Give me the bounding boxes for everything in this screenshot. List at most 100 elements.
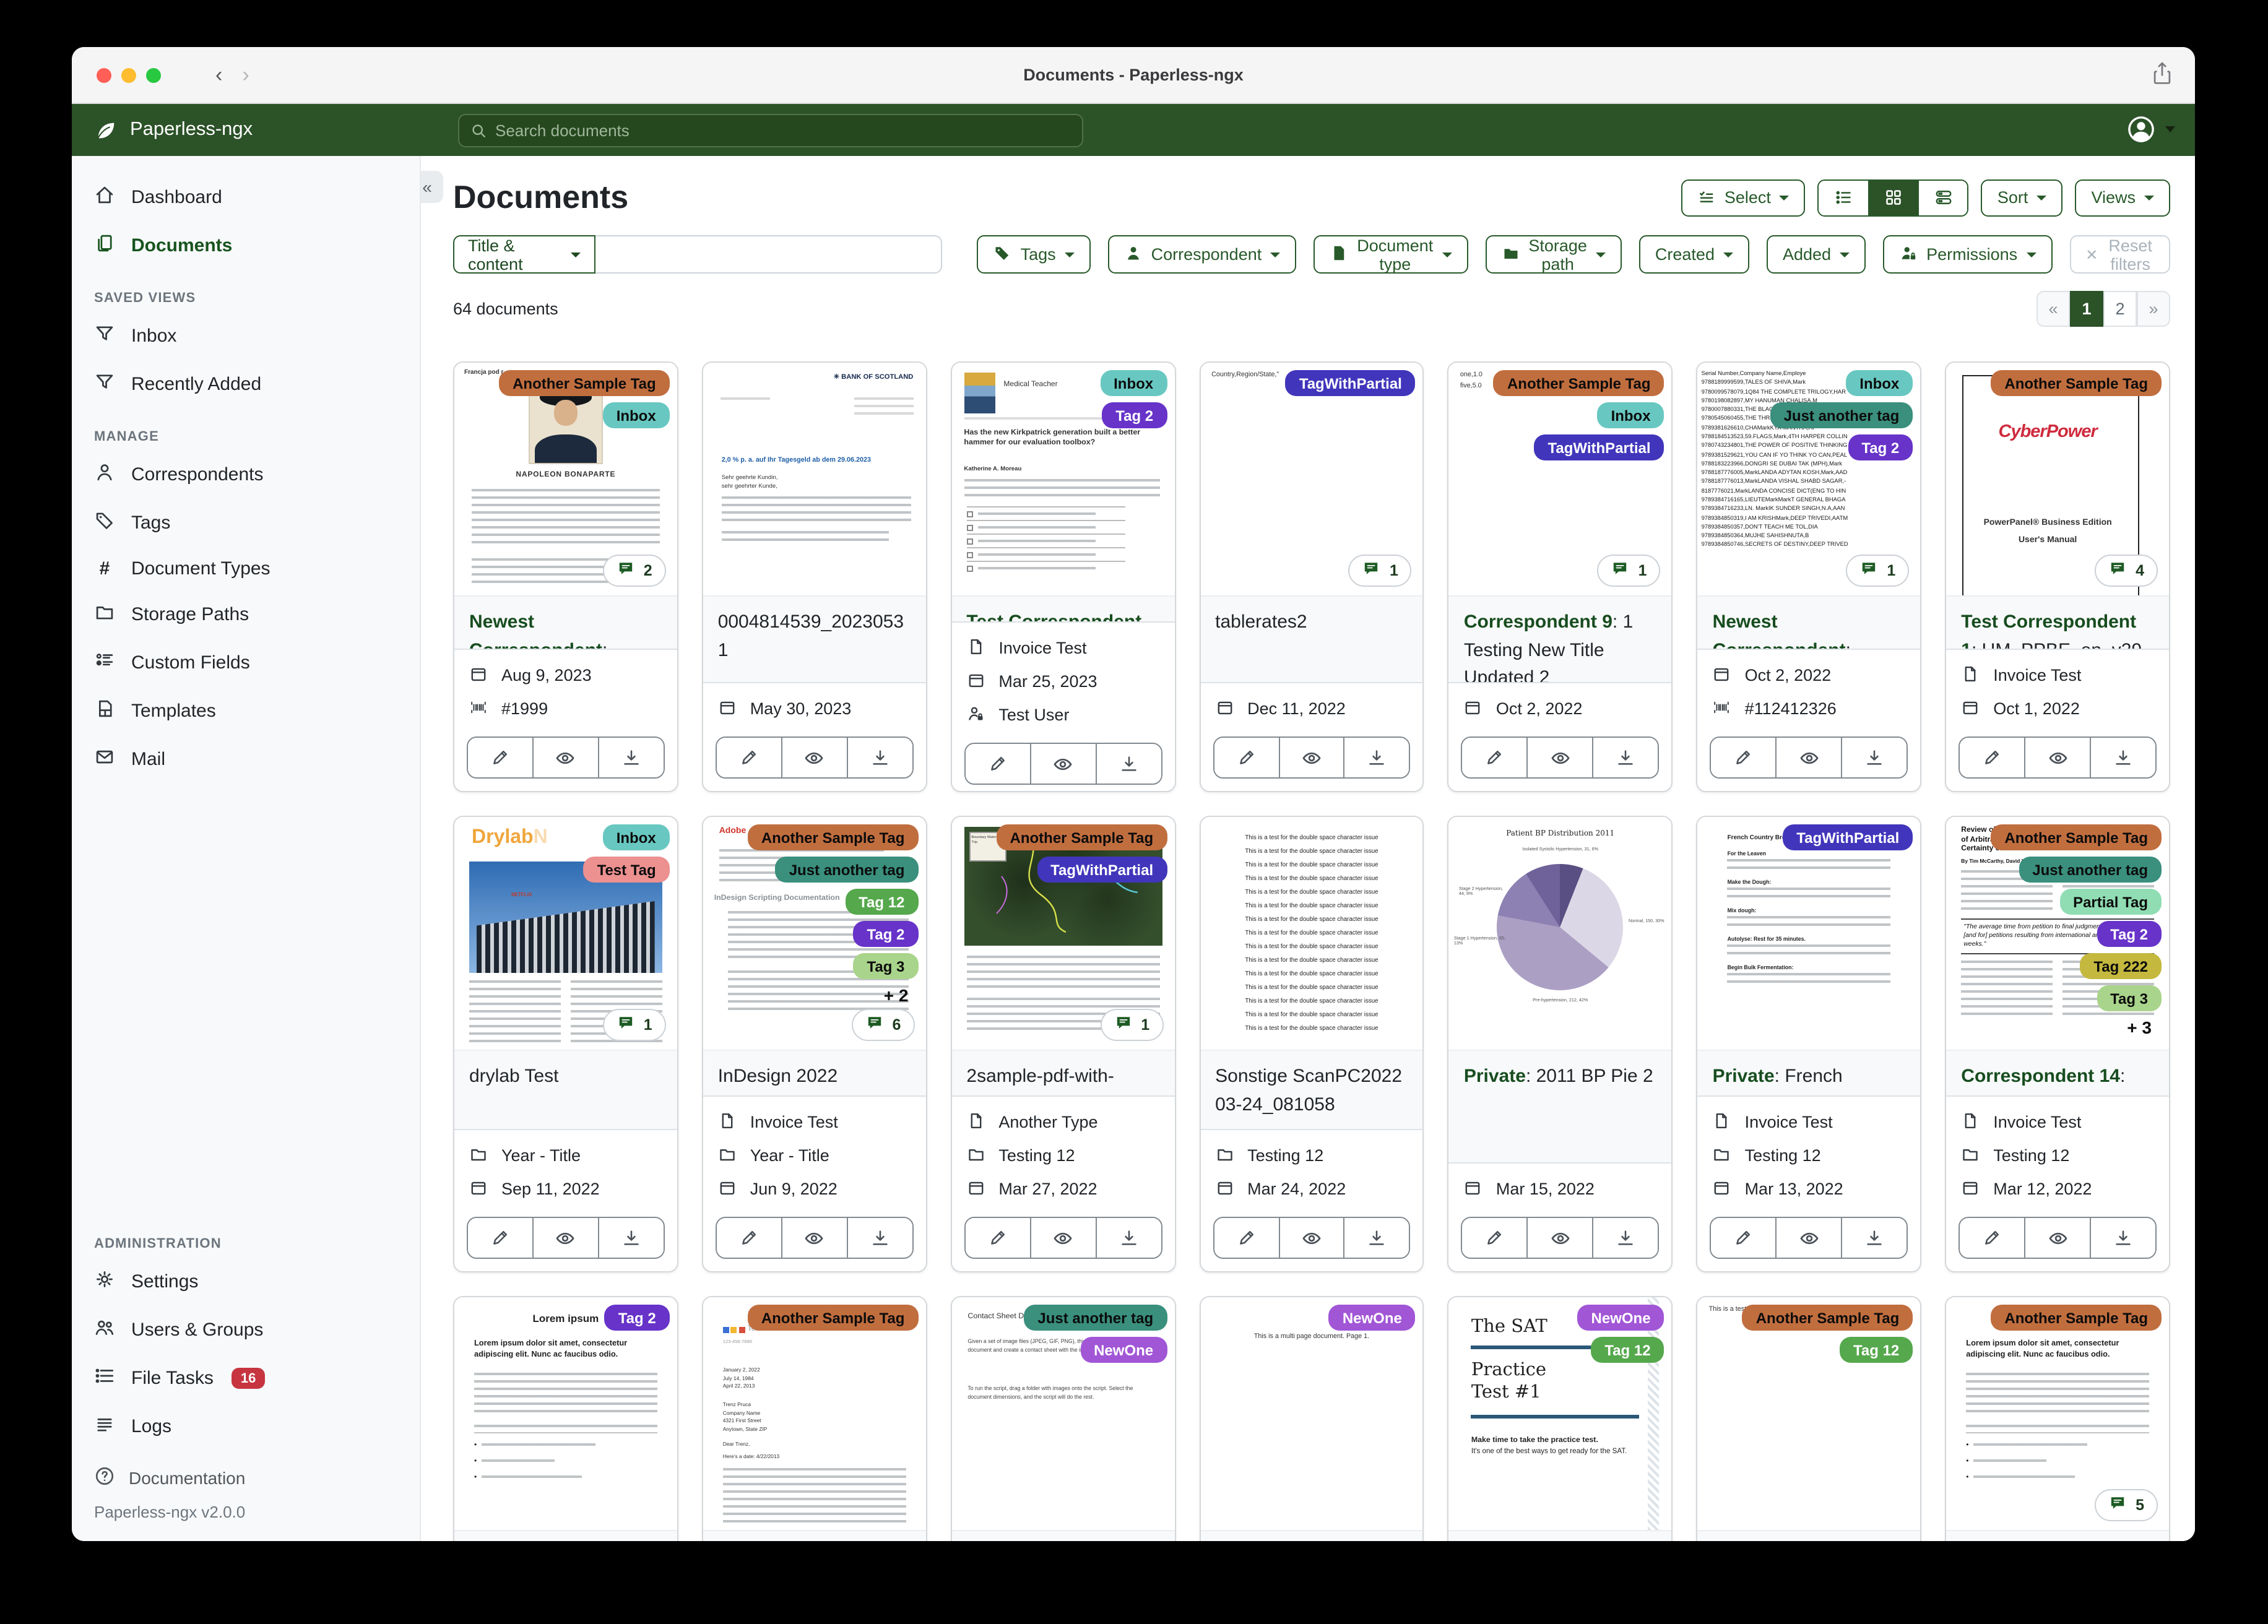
preview-button[interactable] xyxy=(1526,738,1593,777)
document-correspondent[interactable]: Correspondent 9 xyxy=(1464,611,1612,633)
document-thumbnail[interactable]: Medical Teacher Has the new Kirkpatrick … xyxy=(951,363,1175,595)
preview-button[interactable] xyxy=(532,738,598,777)
document-title[interactable] xyxy=(703,1530,926,1541)
document-thumbnail[interactable]: Contact Sheet Demo Given a set of image … xyxy=(951,1297,1175,1530)
document-title[interactable]: Correspondent 14: Review-of-New-York-Fed… xyxy=(1946,1050,2169,1095)
tag-badge[interactable]: Inbox xyxy=(1100,370,1167,396)
edit-button[interactable] xyxy=(1960,738,2025,777)
document-correspondent[interactable]: Newest Correspondent xyxy=(469,611,602,649)
download-button[interactable] xyxy=(1841,738,1907,777)
edit-button[interactable] xyxy=(468,1218,532,1258)
close-window-button[interactable] xyxy=(97,67,111,82)
document-thumbnail[interactable]: Patient BP Distribution 2011 Isolated Sy… xyxy=(1448,817,1672,1050)
preview-button[interactable] xyxy=(1029,744,1096,784)
edit-button[interactable] xyxy=(965,744,1030,784)
comment-count-badge[interactable]: 5 xyxy=(2095,1489,2158,1521)
tag-badge[interactable]: Another Sample Tag xyxy=(1493,370,1664,396)
sidebar-item-dashboard[interactable]: Dashboard xyxy=(72,173,420,222)
search-field-selector[interactable]: Title & content xyxy=(453,235,595,274)
document-thumbnail[interactable]: This is a test Another Sample Tag Tag 12 xyxy=(1697,1297,1921,1530)
tag-badge[interactable]: Another Sample Tag xyxy=(1991,370,2162,396)
zoom-window-button[interactable] xyxy=(146,67,161,82)
document-correspondent[interactable]: Private xyxy=(1713,1066,1775,1087)
document-thumbnail[interactable]: Francja pod r NAPOLEON BONAPARTE Another… xyxy=(454,363,677,595)
document-thumbnail[interactable]: Lorem ipsum Lorem ipsum dolor sit amet, … xyxy=(454,1297,677,1530)
document-title[interactable] xyxy=(951,1530,1175,1541)
document-title[interactable]: Correspondent 9: 1 Testing New Title Upd… xyxy=(1448,595,1672,682)
tag-badge[interactable]: Inbox xyxy=(1597,402,1664,428)
preview-button[interactable] xyxy=(2024,1218,2090,1258)
document-thumbnail[interactable]: Boundary Waters Trip Another Sample Tag T… xyxy=(951,817,1175,1050)
document-thumbnail[interactable]: This is a test for the double space char… xyxy=(1200,817,1423,1050)
tag-badge[interactable]: Tag 2 xyxy=(1848,434,1913,460)
tag-badge[interactable]: Just another tag xyxy=(1024,1305,1167,1331)
tag-badge[interactable]: TagWithPartial xyxy=(1285,370,1416,396)
filter-document-type-button[interactable]: Document type xyxy=(1314,235,1468,274)
preview-button[interactable] xyxy=(781,1218,847,1258)
document-thumbnail[interactable]: Adobe InDesign Scripting Documentation A… xyxy=(703,817,926,1050)
download-button[interactable] xyxy=(1592,738,1658,777)
filter-tags-button[interactable]: Tags xyxy=(977,235,1091,274)
tag-badge[interactable]: Just another tag xyxy=(775,857,919,883)
tag-badge[interactable]: TagWithPartial xyxy=(1037,857,1167,883)
documentation-link[interactable]: Documentation xyxy=(94,1458,397,1498)
tag-badge[interactable]: Tag 3 xyxy=(2097,985,2162,1011)
tag-badge[interactable]: NewOne xyxy=(1080,1337,1167,1363)
download-button[interactable] xyxy=(1343,738,1409,777)
tag-badge[interactable]: Tag 2 xyxy=(2097,921,2162,947)
download-button[interactable] xyxy=(597,738,664,777)
tag-badge[interactable]: Tag 222 xyxy=(2080,953,2162,979)
document-thumbnail[interactable]: Country,Region/State," TagWithPartial 1 xyxy=(1200,363,1423,595)
document-title[interactable] xyxy=(1697,1530,1921,1541)
page-button-3[interactable]: » xyxy=(2137,291,2170,327)
download-button[interactable] xyxy=(1592,1218,1658,1258)
document-thumbnail[interactable]: ✳ BANK OF SCOTLAND 2,0 % p. a. auf Ihr T… xyxy=(703,363,926,595)
edit-button[interactable] xyxy=(1214,1218,1279,1258)
document-thumbnail[interactable]: Serial Number,Company Name,Employe 978818… xyxy=(1697,363,1921,595)
preview-button[interactable] xyxy=(2024,738,2090,777)
tag-badge[interactable]: Another Sample Tag xyxy=(1991,824,2162,850)
download-button[interactable] xyxy=(597,1218,664,1258)
preview-button[interactable] xyxy=(781,738,847,777)
preview-button[interactable] xyxy=(1775,738,1842,777)
comment-count-badge[interactable]: 1 xyxy=(1348,555,1412,587)
search-input[interactable] xyxy=(495,121,1071,140)
document-thumbnail[interactable]: CyberPower PowerPanel® Business Edition … xyxy=(1946,363,2169,595)
comment-count-badge[interactable]: 1 xyxy=(602,1009,666,1041)
sidebar-item-storage-paths[interactable]: Storage Paths xyxy=(72,590,420,639)
sidebar-item-mail[interactable]: Mail xyxy=(72,735,420,784)
more-tags-indicator[interactable]: + 3 xyxy=(2127,1017,2162,1037)
user-menu[interactable] xyxy=(2126,114,2175,145)
document-title[interactable]: Private: 2011 BP Pie 2 xyxy=(1448,1050,1672,1162)
tag-badge[interactable]: Just another tag xyxy=(2019,857,2162,883)
tag-badge[interactable]: Tag 2 xyxy=(1102,402,1167,428)
sidebar-item-settings[interactable]: Settings xyxy=(72,1258,420,1306)
page-button-2[interactable]: 2 xyxy=(2103,291,2137,327)
sidebar-item-logs[interactable]: Logs xyxy=(72,1402,420,1451)
document-title[interactable]: 2sample-pdf-with-images xyxy=(951,1050,1175,1095)
title-content-input[interactable] xyxy=(595,235,943,274)
tag-badge[interactable]: Test Tag xyxy=(583,857,670,883)
sidebar-item-custom-fields[interactable]: Custom Fields xyxy=(72,639,420,687)
document-correspondent[interactable]: Private xyxy=(1464,1066,1526,1087)
tag-badge[interactable]: Tag 12 xyxy=(1840,1337,1913,1363)
download-button[interactable] xyxy=(1095,1218,1161,1258)
sidebar-item-recently-added[interactable]: Recently Added xyxy=(72,360,420,408)
comment-count-badge[interactable]: 6 xyxy=(851,1009,915,1041)
edit-button[interactable] xyxy=(1711,738,1776,777)
app-brand[interactable]: Paperless-ngx xyxy=(94,118,253,142)
sidebar-item-inbox[interactable]: Inbox xyxy=(72,312,420,360)
document-title[interactable]: Newest Correspondent: H7_Napoleon_Bonapa… xyxy=(454,595,677,649)
document-thumbnail[interactable]: Test Name 123-456-7890 January 2, 2022 J… xyxy=(703,1297,926,1530)
document-thumbnail[interactable]: Review of of Arbitral Certainty of Award… xyxy=(1946,817,2169,1050)
filter-correspondent-button[interactable]: Correspondent xyxy=(1107,235,1297,274)
comment-count-badge[interactable]: 1 xyxy=(1846,555,1910,587)
tag-badge[interactable]: NewOne xyxy=(1577,1305,1664,1331)
document-correspondent[interactable]: Test Correspondent 1 xyxy=(966,611,1141,621)
document-title[interactable]: 0004814539_20230531 xyxy=(703,595,926,682)
download-button[interactable] xyxy=(2090,1218,2155,1258)
download-button[interactable] xyxy=(1841,1218,1907,1258)
tag-badge[interactable]: Another Sample Tag xyxy=(1991,1305,2162,1331)
tag-badge[interactable]: Tag 12 xyxy=(1591,1337,1664,1363)
edit-button[interactable] xyxy=(1462,1218,1527,1258)
